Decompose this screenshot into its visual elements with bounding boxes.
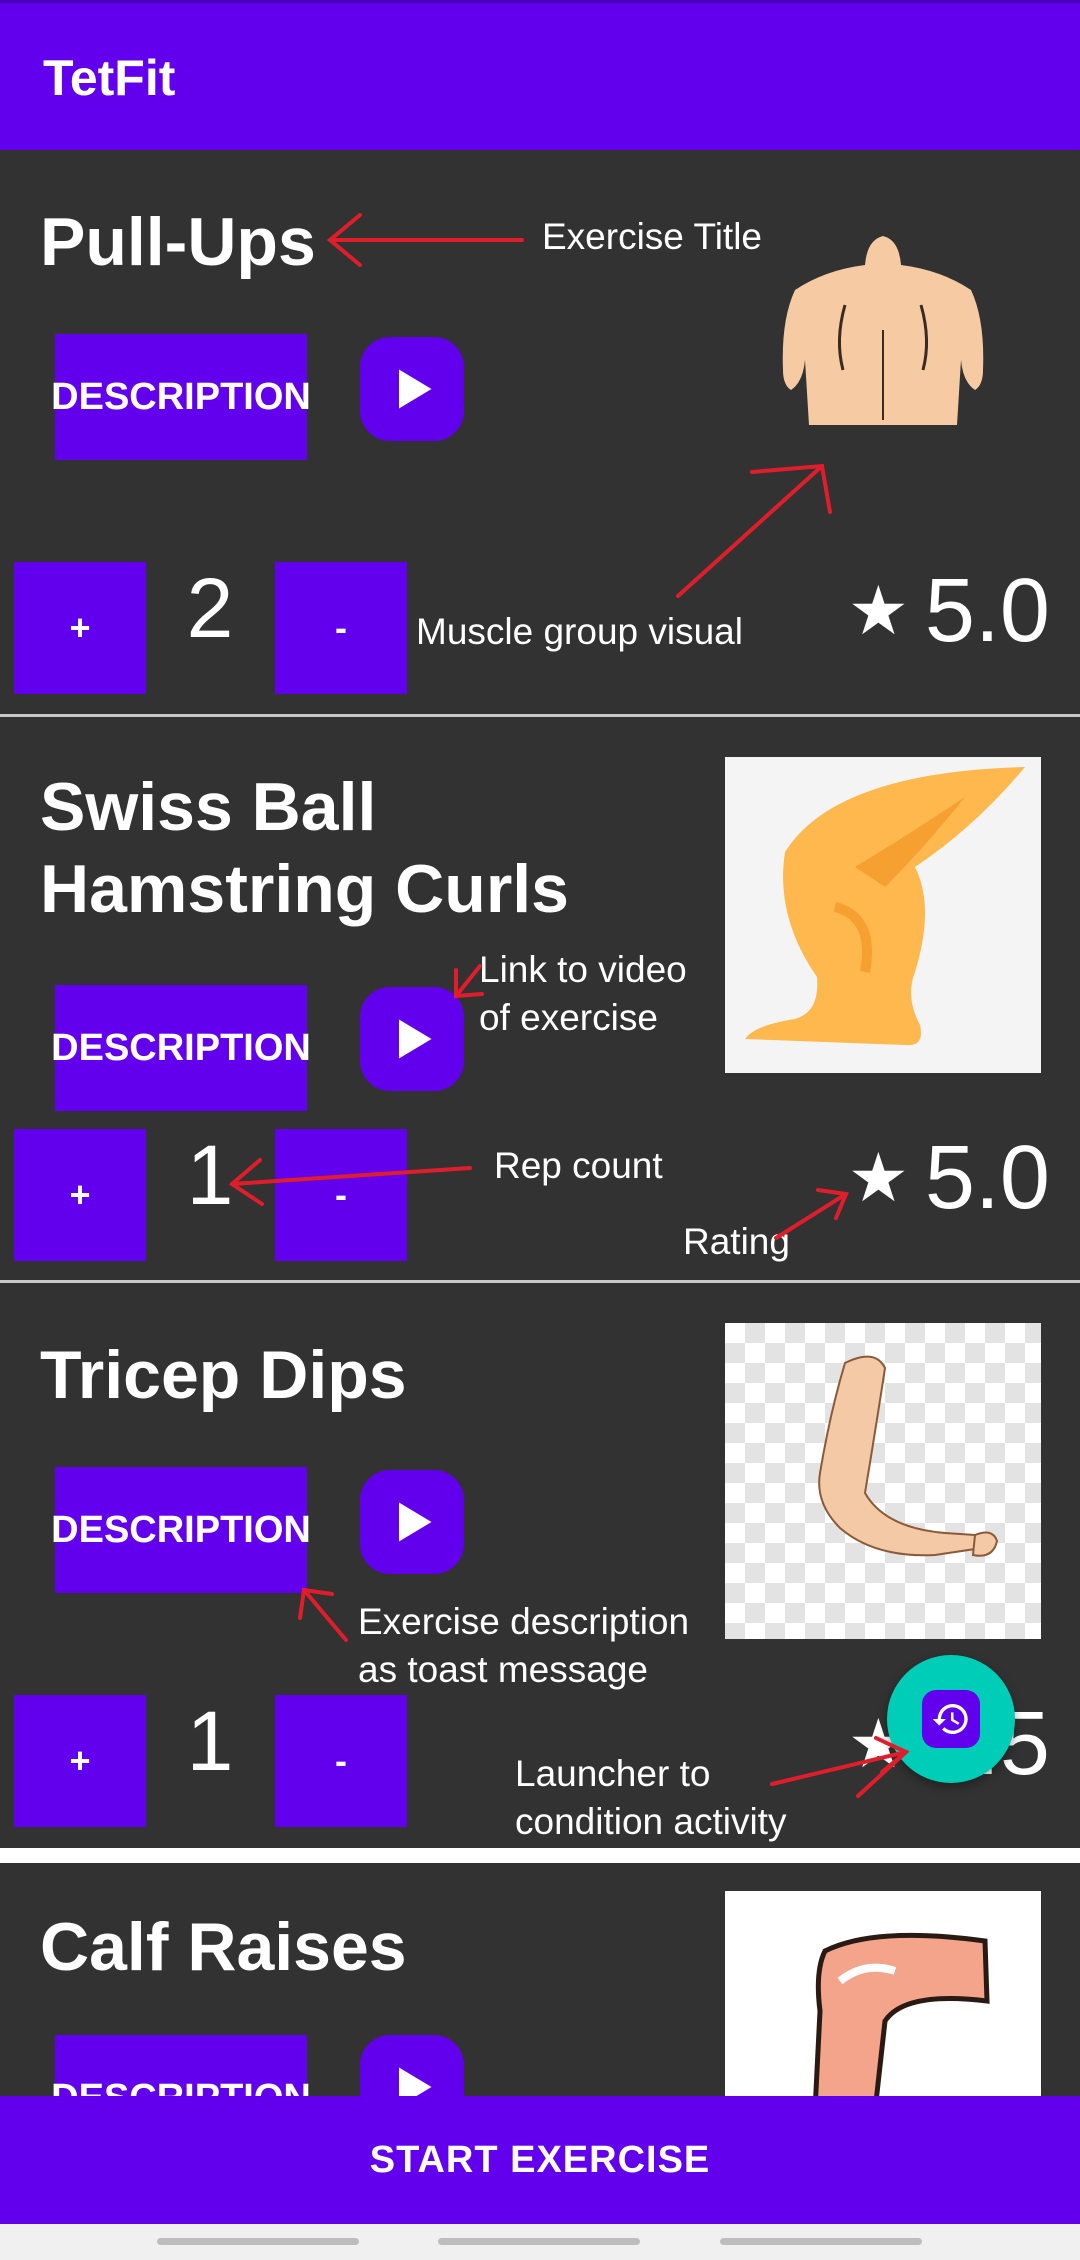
annotation-video-link-2: of exercise: [479, 997, 658, 1038]
leg-muscles-illustration: [745, 767, 1025, 1046]
decrement-button[interactable]: -: [275, 1129, 407, 1261]
description-button[interactable]: DESCRIPTION: [51, 1467, 311, 1593]
arm-illustration: [818, 1355, 999, 1557]
rating: ★ 5.0: [848, 1127, 1050, 1230]
annotation-rating: Rating: [683, 1221, 790, 1262]
start-exercise-button[interactable]: START EXERCISE: [0, 2096, 1080, 2224]
description-button[interactable]: DESCRIPTION: [51, 334, 311, 460]
nav-pill[interactable]: [157, 2238, 359, 2245]
exercise-title: Pull-Ups: [40, 204, 316, 280]
muscle-group-image: [725, 1323, 1041, 1639]
star-icon: ★: [847, 573, 909, 649]
back-muscles-illustration: [782, 236, 984, 425]
app-title: TetFit: [43, 50, 176, 106]
play-icon: [399, 1019, 432, 1059]
exercise-title: Swiss Ball Hamstring Curls: [40, 769, 569, 927]
play-video-button[interactable]: [360, 337, 464, 441]
increment-button[interactable]: +: [14, 1695, 146, 1827]
exercise-card: Calf Raises DESCRIPTION: [14, 1863, 1066, 2207]
annotation-launcher-1: Launcher to: [515, 1753, 711, 1794]
decrement-button[interactable]: -: [275, 562, 407, 694]
play-icon: [399, 1502, 432, 1542]
exercise-title: Tricep Dips: [40, 1337, 407, 1413]
play-video-button[interactable]: [360, 987, 464, 1091]
muscle-group-image: [725, 210, 1041, 526]
annotation-exercise-title: Exercise Title: [542, 216, 763, 257]
exercise-title: Calf Raises: [40, 1909, 407, 1985]
annotation-launcher-2: condition activity: [515, 1801, 787, 1842]
history-icon: [922, 1690, 980, 1748]
decrement-button[interactable]: -: [275, 1695, 407, 1827]
app-screen: TetFit Pull-Ups DESCRIPTION + 2 - ★ 5.0 …: [0, 0, 1080, 2260]
annotation-rep-count: Rep count: [494, 1145, 663, 1186]
condition-launcher-button[interactable]: [887, 1655, 1015, 1783]
nav-pill[interactable]: [720, 2238, 922, 2245]
annotation-muscle-group: Muscle group visual: [416, 611, 743, 652]
annotation-description-toast-1: Exercise description: [358, 1601, 690, 1642]
rating: ★ 5.0: [848, 560, 1050, 663]
system-nav-bar: [0, 2224, 1080, 2260]
muscle-group-image: [725, 757, 1041, 1073]
play-video-button[interactable]: [360, 1470, 464, 1574]
star-icon: ★: [847, 1140, 909, 1216]
rating-value: 5.0: [924, 1128, 1050, 1228]
annotation-description-toast-2: as toast message: [358, 1649, 648, 1690]
card-divider: [0, 1848, 1080, 1863]
play-icon: [399, 369, 432, 409]
rep-count: 1: [186, 1694, 234, 1788]
annotation-video-link-1: Link to video: [479, 949, 687, 990]
rep-count: 1: [186, 1128, 234, 1222]
nav-pill[interactable]: [438, 2238, 640, 2245]
increment-button[interactable]: +: [14, 1129, 146, 1261]
increment-button[interactable]: +: [14, 562, 146, 694]
rating-value: 5.0: [924, 561, 1050, 661]
app-bar: TetFit: [0, 0, 1080, 150]
rep-count: 2: [186, 561, 234, 655]
description-button[interactable]: DESCRIPTION: [51, 985, 311, 1111]
